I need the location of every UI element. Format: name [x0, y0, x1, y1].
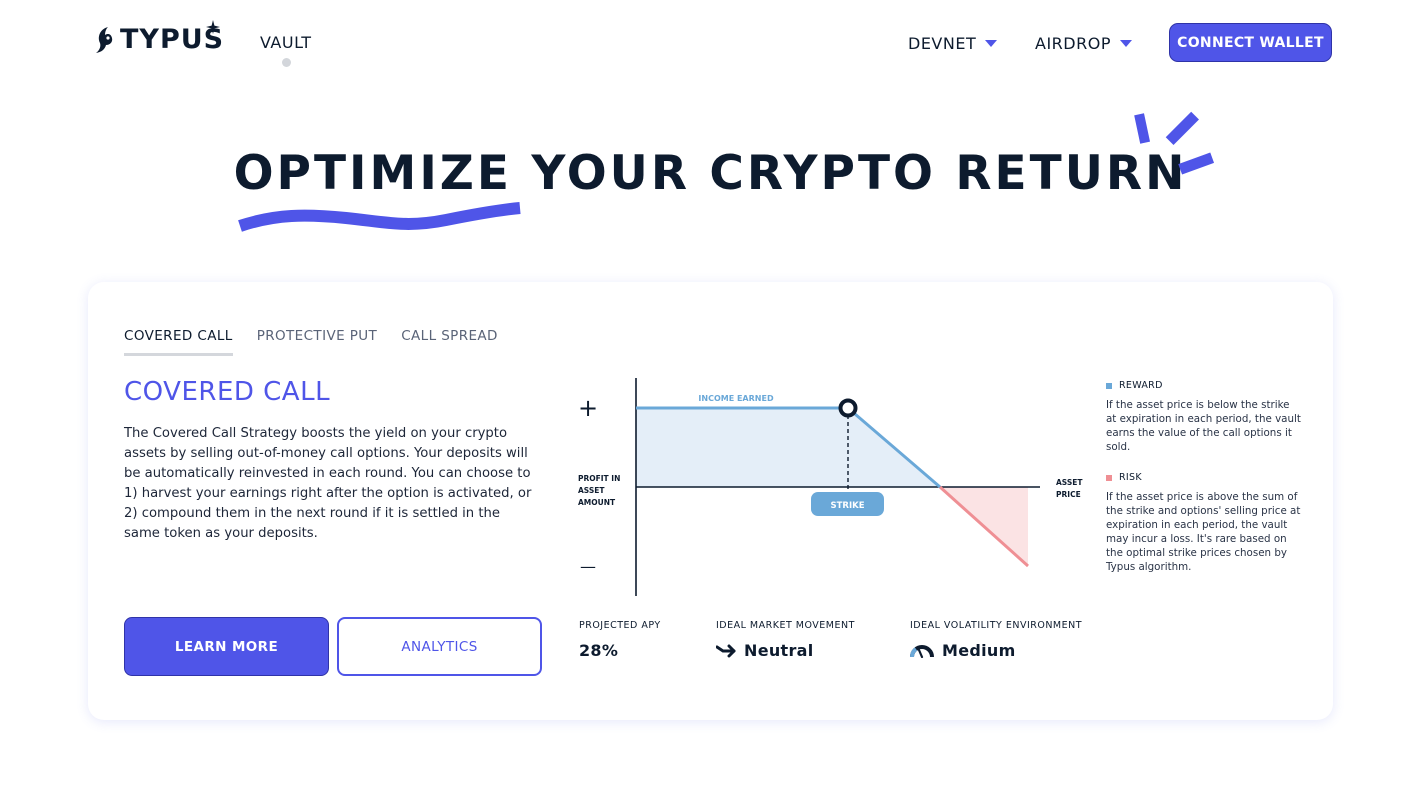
- minus-sign: —: [580, 557, 596, 576]
- connect-wallet-button[interactable]: CONNECT WALLET: [1169, 23, 1332, 62]
- volatility-label: IDEAL VOLATILITY ENVIRONMENT: [910, 620, 1083, 631]
- x-axis-label-1: ASSET: [1056, 478, 1083, 487]
- burst-decoration: [1134, 111, 1215, 175]
- y-axis-label-2: ASSET: [578, 486, 605, 495]
- typus-logo[interactable]: TYPUS: [94, 20, 224, 55]
- stat-market-movement: IDEAL MARKET MOVEMENT Neutral: [716, 620, 855, 660]
- stat-volatility: IDEAL VOLATILITY ENVIRONMENT Medium: [910, 620, 1082, 660]
- sparkle-icon: [206, 20, 220, 34]
- risk-text: If the asset price is above the sum of t…: [1106, 491, 1301, 573]
- nav-vault[interactable]: VAULT: [260, 33, 312, 52]
- risk-swatch: [1106, 474, 1112, 481]
- movement-value: Neutral: [744, 641, 814, 660]
- nav-active-dot: [282, 58, 291, 67]
- fish-icon: [96, 26, 113, 53]
- apy-value: 28%: [579, 641, 619, 660]
- payoff-diagram: STRIKE INCOME EARNED + — PROFIT IN ASSET…: [578, 378, 1083, 596]
- reward-title: REWARD: [1119, 380, 1163, 391]
- strike-label: STRIKE: [830, 501, 864, 511]
- tab-call-spread[interactable]: CALL SPREAD: [401, 328, 498, 356]
- strategy-card: COVERED CALL PROTECTIVE PUT CALL SPREAD …: [88, 282, 1333, 720]
- network-dropdown[interactable]: DEVNET: [908, 34, 998, 53]
- caret-down-icon: [1119, 40, 1132, 47]
- learn-more-button[interactable]: LEARN MORE: [124, 617, 329, 676]
- airdrop-dropdown[interactable]: AIRDROP: [1035, 34, 1132, 53]
- arrow-right-icon: [716, 644, 736, 657]
- y-axis-label-3: AMOUNT: [578, 498, 616, 507]
- plus-sign: +: [578, 394, 598, 422]
- analytics-button[interactable]: ANALYTICS: [337, 617, 542, 676]
- gauge-icon: [910, 644, 934, 658]
- network-label: DEVNET: [908, 34, 977, 53]
- income-earned-label: INCOME EARNED: [698, 394, 774, 403]
- reward-swatch: [1106, 382, 1112, 389]
- x-axis-label-2: PRICE: [1056, 490, 1081, 499]
- legend-reward: REWARD If the asset price is below the s…: [1106, 380, 1302, 454]
- tab-protective-put[interactable]: PROTECTIVE PUT: [257, 328, 378, 356]
- strategy-description: The Covered Call Strategy boosts the yie…: [124, 426, 532, 541]
- squiggle-underline: [238, 202, 521, 232]
- y-axis-label-1: PROFIT IN: [578, 474, 620, 483]
- volatility-value: Medium: [942, 641, 1016, 660]
- legend-risk: RISK If the asset price is above the sum…: [1106, 472, 1302, 574]
- stat-projected-apy: PROJECTED APY 28%: [579, 620, 661, 660]
- caret-down-icon: [985, 40, 998, 47]
- reward-text: If the asset price is below the strike a…: [1106, 399, 1301, 453]
- movement-label: IDEAL MARKET MOVEMENT: [716, 620, 855, 631]
- strategy-title: COVERED CALL: [124, 377, 331, 407]
- risk-title: RISK: [1119, 472, 1142, 483]
- tab-covered-call[interactable]: COVERED CALL: [124, 328, 233, 356]
- airdrop-label: AIRDROP: [1035, 34, 1111, 53]
- strategy-tabs: COVERED CALL PROTECTIVE PUT CALL SPREAD: [124, 328, 522, 356]
- strike-point: [838, 398, 858, 418]
- apy-label: PROJECTED APY: [579, 620, 661, 631]
